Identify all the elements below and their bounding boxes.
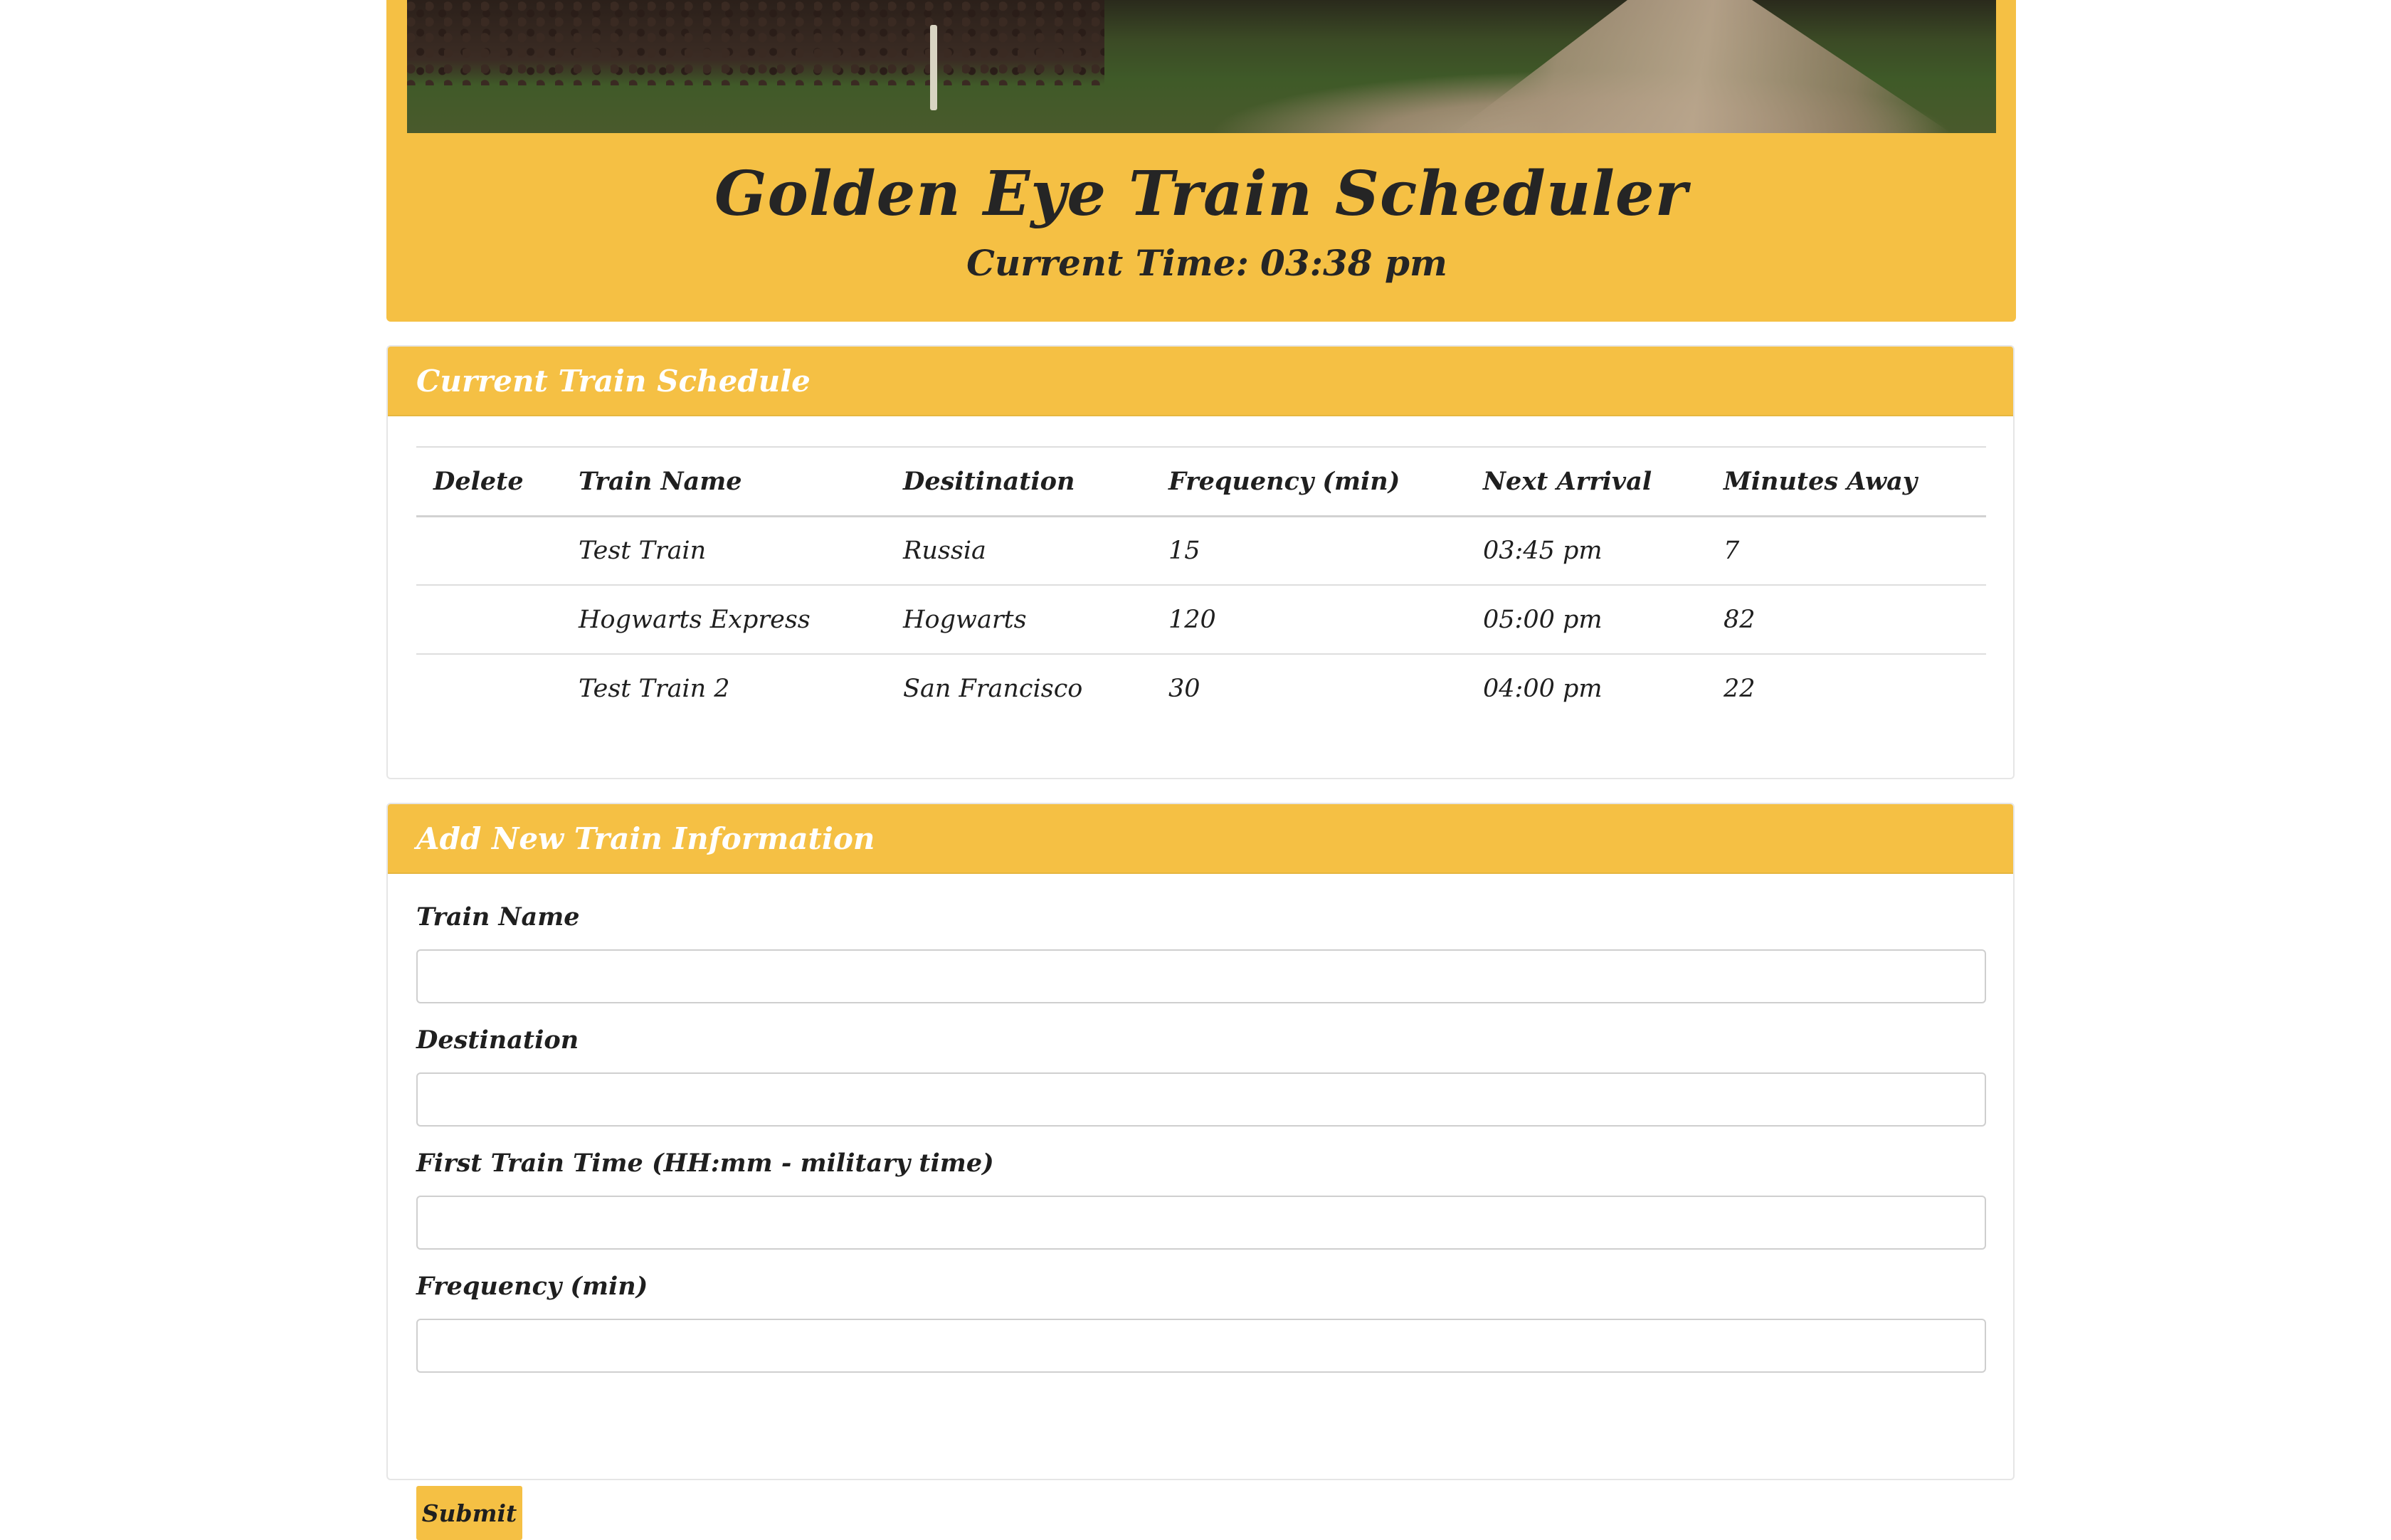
destination-group: Destination	[416, 1025, 1986, 1127]
destination-label: Destination	[416, 1025, 579, 1055]
cell-next-arrival: 03:45 pm	[1466, 515, 1706, 585]
destination-input[interactable]	[416, 1072, 1986, 1127]
train-name-label: Train Name	[416, 902, 580, 932]
cell-delete[interactable]	[416, 515, 561, 585]
add-train-panel: Add New Train Information Train Name Des…	[386, 803, 2015, 1540]
cell-next-arrival: 04:00 pm	[1466, 653, 1706, 723]
table-header-row: Delete Train Name Desitination Frequency…	[416, 446, 1986, 517]
cell-delete[interactable]	[416, 584, 561, 654]
train-name-input[interactable]	[416, 949, 1986, 1003]
hero-image	[407, 0, 1996, 133]
frequency-input[interactable]	[416, 1319, 1986, 1373]
cell-train-name: Test Train	[561, 515, 886, 585]
add-train-panel-heading: Add New Train Information	[388, 804, 2013, 874]
submit-button[interactable]: Submit	[416, 1486, 522, 1540]
cell-minutes-away: 22	[1706, 653, 1986, 723]
column-header-next-arrival: Next Arrival	[1466, 446, 1706, 517]
train-name-group: Train Name	[416, 902, 1986, 1003]
schedule-panel-title: Current Train Schedule	[416, 363, 811, 399]
column-header-destination: Desitination	[886, 446, 1151, 517]
page-container: Golden Eye Train Scheduler Current Time:…	[386, 0, 2016, 1540]
cell-delete[interactable]	[416, 653, 561, 723]
column-header-frequency: Frequency (min)	[1151, 446, 1466, 517]
first-train-time-group: First Train Time (HH:mm - military time)	[416, 1149, 1986, 1250]
cell-next-arrival: 05:00 pm	[1466, 584, 1706, 654]
cell-frequency: 15	[1151, 515, 1466, 585]
header-jumbotron: Golden Eye Train Scheduler Current Time:…	[386, 0, 2016, 322]
cell-minutes-away: 7	[1706, 515, 1986, 585]
hero-post	[930, 25, 937, 110]
schedule-panel: Current Train Schedule Delete Train Name…	[386, 345, 2015, 779]
column-header-train-name: Train Name	[561, 446, 886, 517]
page-title: Golden Eye Train Scheduler	[714, 158, 1688, 230]
add-train-panel-title: Add New Train Information	[416, 821, 875, 856]
frequency-label: Frequency (min)	[416, 1272, 648, 1301]
table-row: Hogwarts Express Hogwarts 120 05:00 pm 8…	[416, 584, 1986, 654]
cell-train-name: Test Train 2	[561, 653, 886, 723]
column-header-delete: Delete	[416, 446, 561, 517]
column-header-minutes-away: Minutes Away	[1706, 446, 1986, 517]
current-time: Current Time: 03:38 pm	[386, 242, 2016, 284]
table-row: Test Train 2 San Francisco 30 04:00 pm 2…	[416, 653, 1986, 723]
schedule-panel-heading: Current Train Schedule	[388, 347, 2013, 416]
hero-rocks	[407, 0, 1104, 85]
first-train-time-input[interactable]	[416, 1196, 1986, 1250]
cell-destination: Russia	[886, 515, 1151, 585]
current-time-label: Current Time:	[966, 242, 1249, 284]
cell-minutes-away: 82	[1706, 584, 1986, 654]
cell-destination: San Francisco	[886, 653, 1151, 723]
table-row: Test Train Russia 15 03:45 pm 7	[416, 515, 1986, 585]
cell-frequency: 30	[1151, 653, 1466, 723]
frequency-group: Frequency (min)	[416, 1272, 1986, 1373]
hero-path	[1453, 0, 1951, 133]
cell-destination: Hogwarts	[886, 584, 1151, 654]
cell-frequency: 120	[1151, 584, 1466, 654]
current-time-value: 03:38 pm	[1260, 242, 1447, 284]
cell-train-name: Hogwarts Express	[561, 584, 886, 654]
schedule-table: Delete Train Name Desitination Frequency…	[416, 446, 1986, 723]
first-train-time-label: First Train Time (HH:mm - military time)	[416, 1149, 994, 1178]
